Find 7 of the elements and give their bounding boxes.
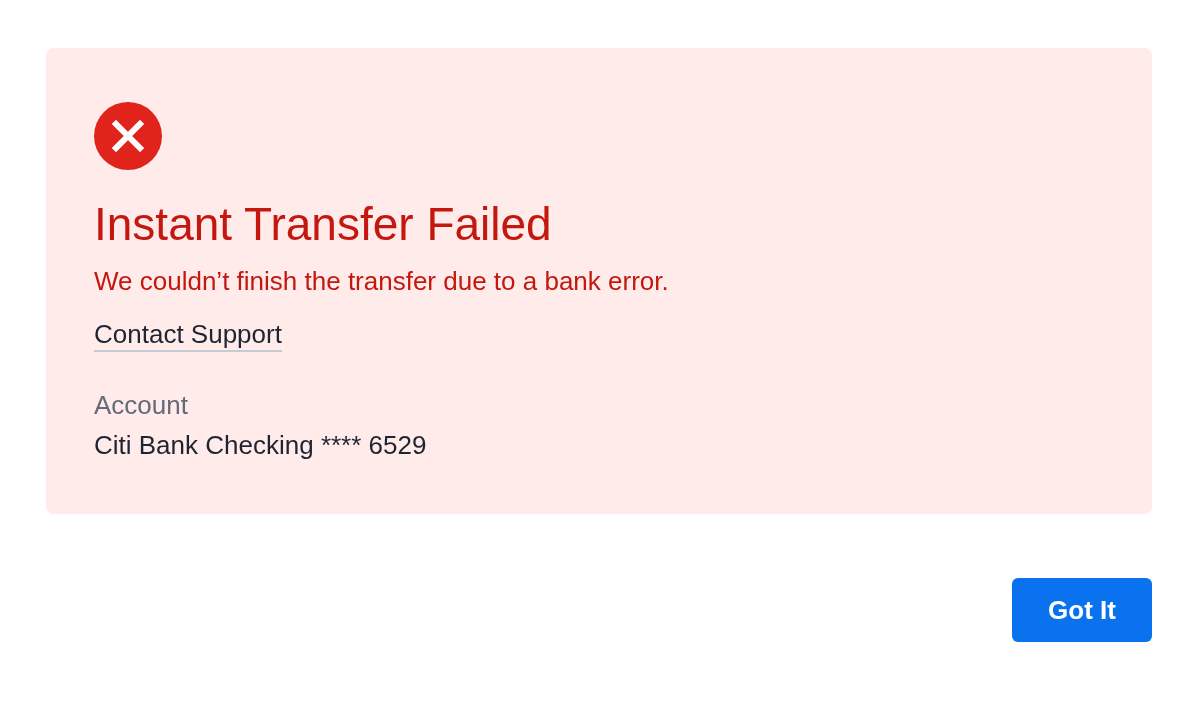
got-it-button[interactable]: Got It [1012,578,1152,642]
alert-title: Instant Transfer Failed [94,197,552,252]
error-message: We couldn’t finish the transfer due to a bank error. [94,265,669,298]
account-value: Citi Bank Checking **** 6529 [94,429,427,462]
contact-support-link[interactable]: Contact Support [94,318,282,352]
account-label: Account [94,389,188,422]
error-icon [94,102,162,170]
